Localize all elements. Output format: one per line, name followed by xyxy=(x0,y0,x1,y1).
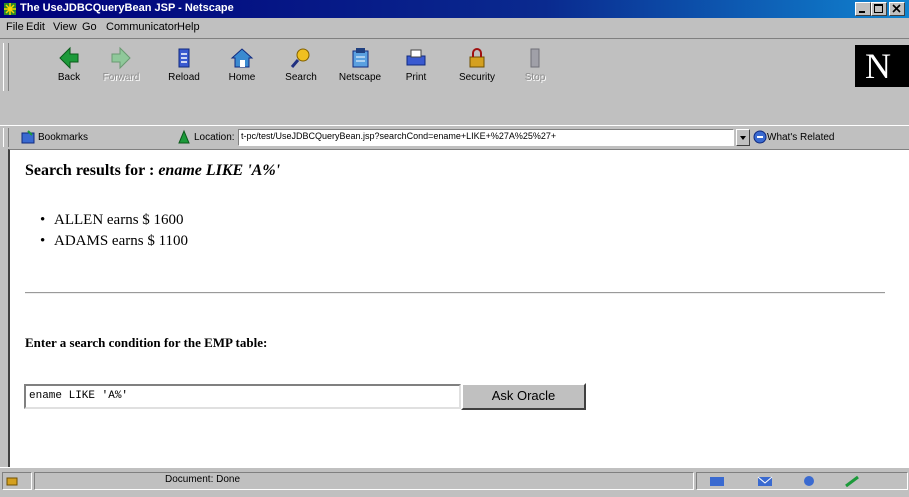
window-title: The UseJDBCQueryBean JSP - Netscape xyxy=(20,2,234,14)
print-button[interactable]: Print xyxy=(390,46,442,88)
back-label: Back xyxy=(57,72,81,83)
home-button[interactable]: Home xyxy=(216,46,268,88)
menu-go[interactable]: Go xyxy=(82,21,97,33)
status-bar: Document: Done xyxy=(0,467,909,497)
back-arrow-icon xyxy=(59,46,79,70)
page-content: Search results for : ename LIKE 'A%' ALL… xyxy=(8,149,909,468)
netscape-logo[interactable]: N xyxy=(855,45,909,87)
security-label: Security xyxy=(458,72,496,83)
maximize-button[interactable] xyxy=(871,2,887,16)
results-list: ALLEN earns $ 1600 ADAMS earns $ 1100 xyxy=(40,212,188,254)
menu-bar: File Edit View Go Communicator Help xyxy=(0,18,909,39)
result-item: ALLEN earns $ 1600 xyxy=(40,212,188,229)
menu-file[interactable]: File xyxy=(6,21,24,33)
netscape-icon xyxy=(352,48,369,68)
url-dropdown-button[interactable] xyxy=(736,129,750,146)
composer-icon[interactable] xyxy=(843,475,863,488)
menu-help[interactable]: Help xyxy=(177,21,200,33)
security-status-icon xyxy=(6,477,18,486)
location-toolbar: Bookmarks Location: t-pc/test/UseJDBCQue… xyxy=(0,125,909,150)
print-icon xyxy=(406,49,426,66)
search-label: Search xyxy=(285,72,317,83)
bookmarks-button[interactable]: Bookmarks xyxy=(38,132,88,143)
forward-arrow-icon xyxy=(111,46,131,70)
stop-button[interactable]: Stop xyxy=(509,46,561,88)
security-status-cell[interactable] xyxy=(2,472,32,490)
navigator-icon[interactable] xyxy=(707,475,727,488)
lock-icon xyxy=(469,48,485,68)
security-button[interactable]: Security xyxy=(451,46,503,88)
search-icon xyxy=(290,48,310,68)
divider xyxy=(25,292,885,294)
whats-related-icon[interactable] xyxy=(752,129,768,145)
heading-query: ename LIKE 'A%' xyxy=(158,162,281,179)
url-field[interactable]: t-pc/test/UseJDBCQueryBean.jsp?searchCon… xyxy=(238,129,734,146)
search-button[interactable]: Search xyxy=(275,46,327,88)
back-button[interactable]: Back xyxy=(43,46,95,88)
whats-related-button[interactable]: What's Related xyxy=(767,132,835,143)
netscape-button[interactable]: Netscape xyxy=(334,46,386,88)
reload-button[interactable]: Reload xyxy=(158,46,210,88)
home-icon xyxy=(230,48,254,68)
discussion-icon[interactable] xyxy=(799,475,819,488)
ask-oracle-button[interactable]: Ask Oracle xyxy=(461,383,586,410)
close-button[interactable] xyxy=(889,2,905,16)
heading-prefix: Search results for : xyxy=(25,162,159,179)
minimize-button[interactable] xyxy=(855,2,871,16)
results-heading: Search results for : ename LIKE 'A%' xyxy=(25,162,280,180)
status-text: Document: Done xyxy=(165,474,241,485)
mail-icon[interactable] xyxy=(755,475,775,488)
forward-label: Forward xyxy=(102,72,140,83)
reload-icon xyxy=(178,48,190,68)
status-text-cell xyxy=(34,472,694,490)
print-label: Print xyxy=(405,72,427,83)
location-label: Location: xyxy=(194,132,235,143)
toolbar-grip[interactable] xyxy=(3,43,9,91)
menu-view[interactable]: View xyxy=(53,21,77,33)
home-label: Home xyxy=(228,72,256,83)
menu-edit[interactable]: Edit xyxy=(26,21,45,33)
search-condition-input[interactable]: ename LIKE 'A%' xyxy=(24,384,461,409)
component-bar xyxy=(696,472,908,490)
location-icon xyxy=(178,129,190,144)
search-prompt: Enter a search condition for the EMP tab… xyxy=(25,335,268,350)
stop-icon xyxy=(530,48,540,68)
chevron-down-icon xyxy=(740,136,746,140)
navigation-toolbar: Back Forward Reload Home Search Netscape… xyxy=(0,39,909,125)
stop-label: Stop xyxy=(524,72,546,83)
result-item: ADAMS earns $ 1100 xyxy=(40,233,188,250)
forward-button[interactable]: Forward xyxy=(95,46,147,88)
title-bar: The UseJDBCQueryBean JSP - Netscape xyxy=(0,0,909,18)
location-grip[interactable] xyxy=(3,128,9,147)
netscape-label: Netscape xyxy=(338,72,382,83)
menu-communicator[interactable]: Communicator xyxy=(106,21,178,33)
bookmarks-icon[interactable] xyxy=(20,129,36,145)
netscape-app-icon[interactable] xyxy=(3,2,17,16)
reload-label: Reload xyxy=(168,72,200,83)
